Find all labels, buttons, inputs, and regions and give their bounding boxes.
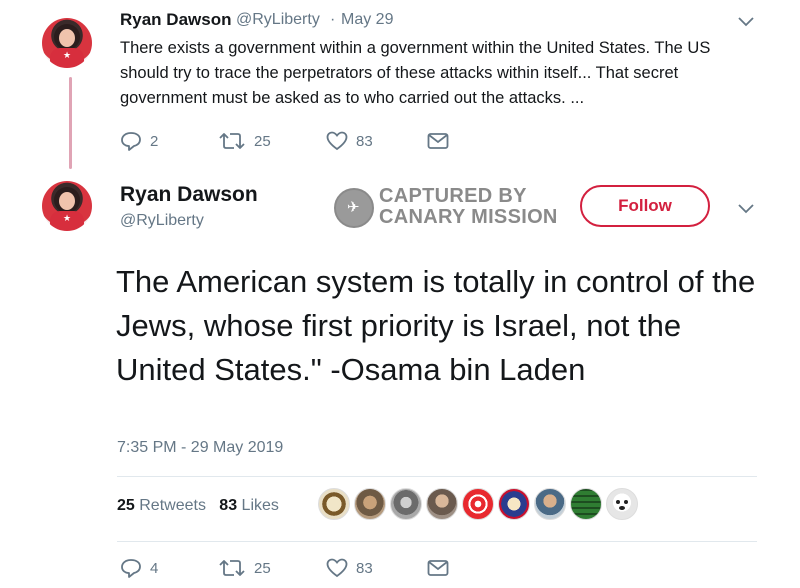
dm-icon [427,560,449,576]
reply-icon [121,559,141,578]
thread-connector-line [69,77,72,169]
tweet1-author-handle[interactable]: @RyLiberty [236,11,320,29]
retweet-count: 25 [254,559,271,577]
liker-avatar[interactable] [498,488,530,520]
chevron-down-icon[interactable] [738,16,754,31]
tweet2-author-handle[interactable]: @RyLiberty [120,212,204,230]
canary-bird-icon: ✈ [334,188,374,228]
retweet-button[interactable]: 25 [218,558,271,578]
dm-button[interactable] [427,132,449,150]
dm-button[interactable] [427,559,449,577]
avatar[interactable]: ★ [42,181,92,231]
like-count: 83 [356,132,373,150]
tweet2-text: The American system is totally in contro… [116,264,756,387]
divider [117,541,757,542]
like-count: 83 [356,559,373,577]
tweet1-date[interactable]: May 29 [341,11,393,29]
watermark-line2: CANARY MISSION [379,206,558,228]
like-button[interactable]: 83 [326,558,373,578]
retweets-label[interactable]: Retweets [139,497,206,514]
like-button[interactable]: 83 [326,131,373,151]
tweet2-author-name[interactable]: Ryan Dawson [120,183,258,207]
like-icon [326,131,348,151]
retweet-icon [219,133,245,149]
liker-avatar[interactable] [606,488,638,520]
liker-avatar[interactable] [570,488,602,520]
follow-button[interactable]: Follow [580,185,710,227]
reply-button[interactable]: 2 [120,131,158,151]
dm-icon [427,133,449,149]
retweet-icon [219,560,245,576]
tweet1-separator: · [330,11,336,28]
reply-button[interactable]: 4 [120,558,158,578]
retweets-count[interactable]: 25 [117,497,135,514]
tweet1-author-name[interactable]: Ryan Dawson [120,10,231,30]
tweet2-timestamp[interactable]: 7:35 PM - 29 May 2019 [117,439,283,457]
liker-avatar[interactable] [318,488,350,520]
likes-count[interactable]: 83 [219,497,237,514]
tweet-stats: 25 Retweets 83 Likes [117,497,279,515]
liker-avatar[interactable] [462,488,494,520]
like-icon [326,558,348,578]
watermark-line1: CAPTURED BY [379,185,527,207]
canary-mission-watermark: ✈ CAPTURED BY CANARY MISSION [334,185,569,230]
retweet-button[interactable]: 25 [218,131,271,151]
retweet-count: 25 [254,132,271,150]
liker-avatar[interactable] [534,488,566,520]
tweet1-text: There exists a government within a gover… [120,39,711,107]
avatar[interactable]: ★ [42,18,92,68]
liker-avatar[interactable] [390,488,422,520]
reply-count: 2 [150,132,159,150]
likes-label[interactable]: Likes [242,497,279,514]
chevron-down-icon[interactable] [738,203,754,218]
reply-count: 4 [150,559,159,577]
liker-avatar[interactable] [426,488,458,520]
reply-icon [121,132,141,151]
liker-avatar[interactable] [354,488,386,520]
divider [117,476,757,477]
